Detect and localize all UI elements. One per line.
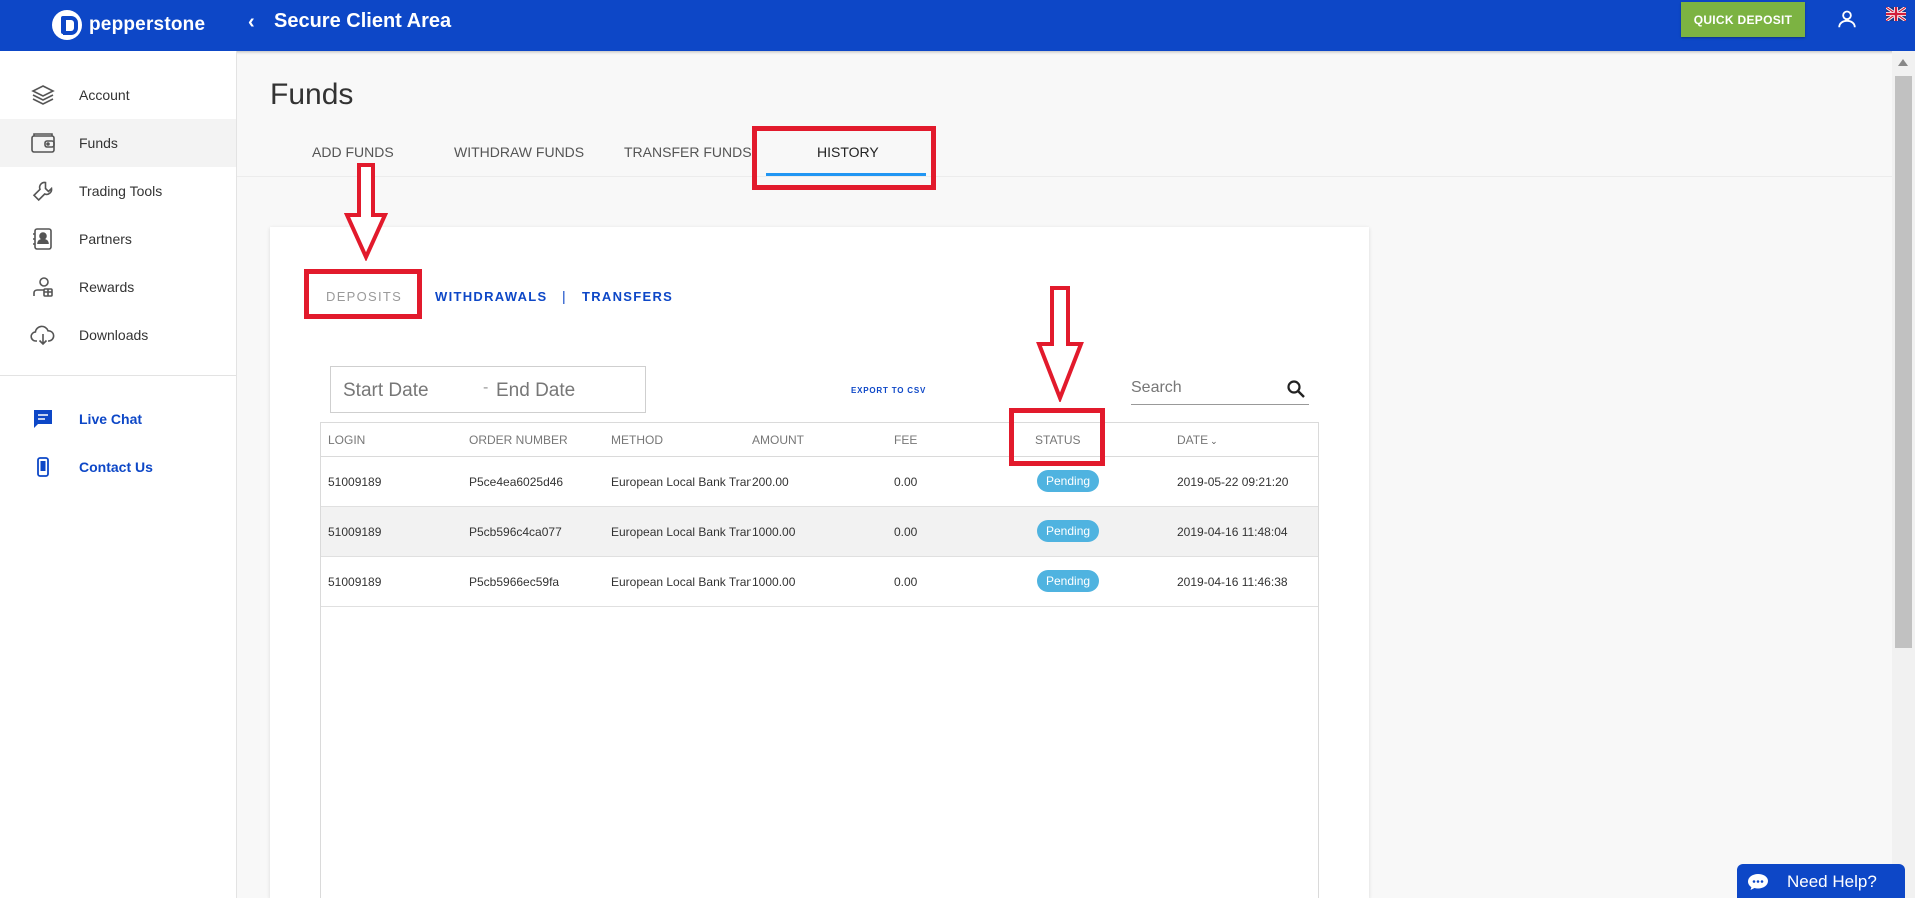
cell-date: 2019-05-22 09:21:20: [1177, 475, 1289, 489]
cell-fee: 0.00: [894, 475, 918, 489]
sidebar-item-label: Downloads: [79, 327, 149, 343]
cell-login: 51009189: [328, 525, 382, 539]
quick-deposit-button[interactable]: QUICK DEPOSIT: [1681, 2, 1805, 37]
cell-login: 51009189: [328, 475, 382, 489]
cell-order-number: P5cb596c4ca077: [469, 525, 562, 539]
sidebar-item-label: Rewards: [79, 279, 135, 295]
cell-amount: 1000.00: [752, 575, 796, 589]
sidebar-divider: [0, 375, 236, 376]
sidebar-item-contact-us[interactable]: Contact Us: [0, 443, 236, 491]
phone-icon: [30, 454, 56, 480]
sidebar-item-live-chat[interactable]: Live Chat: [0, 395, 236, 443]
export-csv-link[interactable]: EXPORT TO CSV: [851, 386, 926, 395]
page-scrollbar[interactable]: [1892, 51, 1915, 898]
cell-order-number: P5cb5966ec59fa: [469, 575, 560, 589]
tab-transfer-funds[interactable]: TRANSFER FUNDS: [624, 144, 752, 160]
status-badge: Pending: [1037, 520, 1100, 542]
need-help-button[interactable]: Need Help?: [1737, 864, 1905, 898]
tab-add-funds[interactable]: ADD FUNDS: [312, 144, 394, 160]
sidebar-item-label: Account: [79, 87, 130, 103]
sidebar-item-label: Trading Tools: [79, 183, 163, 199]
annotation-box-history: [752, 126, 936, 190]
cell-method: European Local Bank Transfer: [611, 525, 751, 539]
table-row[interactable]: 51009189 P5ce4ea6025d46 European Local B…: [321, 457, 1318, 507]
column-header-method[interactable]: METHOD: [611, 433, 663, 447]
cell-fee: 0.00: [894, 575, 918, 589]
sidebar-item-label: Funds: [79, 135, 118, 151]
sidebar-item-label: Contact Us: [79, 459, 153, 475]
wallet-icon: [30, 130, 56, 156]
app-title: Secure Client Area: [274, 10, 452, 32]
sidebar-item-partners[interactable]: Partners: [0, 215, 236, 263]
column-header-login[interactable]: LOGIN: [328, 433, 365, 447]
cloud-download-icon: [30, 322, 56, 348]
uk-flag-icon[interactable]: [1886, 7, 1906, 21]
rewards-icon: [30, 274, 56, 300]
annotation-arrow-down-icon: [1036, 286, 1084, 402]
end-date-input[interactable]: End Date: [496, 380, 575, 402]
annotation-box-status: [1009, 408, 1105, 466]
logo-mark-icon: [52, 10, 82, 40]
sidebar-item-label: Live Chat: [79, 411, 143, 427]
status-badge: Pending: [1037, 470, 1100, 492]
tab-withdraw-funds[interactable]: WITHDRAW FUNDS: [454, 144, 584, 160]
date-separator: -: [483, 379, 489, 396]
cell-date: 2019-04-16 11:46:38: [1177, 575, 1288, 589]
cell-method: European Local Bank Transfer: [611, 475, 751, 489]
sidebar-item-rewards[interactable]: Rewards: [0, 263, 236, 311]
column-header-date[interactable]: DATE ⌄: [1177, 433, 1218, 447]
user-profile-icon[interactable]: [1836, 8, 1858, 30]
chat-bubble-icon: [1748, 874, 1768, 890]
sidebar-item-account[interactable]: Account: [0, 71, 236, 119]
tabs-divider: [237, 176, 1892, 177]
table-header: LOGIN ORDER NUMBER METHOD AMOUNT FEE STA…: [321, 423, 1318, 457]
table-row[interactable]: 51009189 P5cb596c4ca077 European Local B…: [321, 507, 1318, 557]
chat-icon: [30, 406, 56, 432]
date-range-picker[interactable]: Start Date - End Date: [330, 366, 646, 413]
cell-amount: 1000.00: [752, 525, 796, 539]
subtab-separator: |: [562, 288, 566, 304]
subtab-transfers[interactable]: TRANSFERS: [582, 289, 673, 304]
page-title: Funds: [270, 78, 354, 111]
sidebar-item-label: Partners: [79, 231, 132, 247]
sort-chevron-icon[interactable]: ⌄: [1210, 436, 1218, 446]
scrollbar-thumb[interactable]: [1895, 76, 1912, 648]
need-help-label: Need Help?: [1787, 872, 1877, 891]
contact-card-icon: [30, 226, 56, 252]
table-row[interactable]: 51009189 P5cb5966ec59fa European Local B…: [321, 557, 1318, 607]
search-input[interactable]: [1131, 375, 1281, 401]
annotation-arrow-down-icon: [344, 163, 388, 261]
column-header-amount[interactable]: AMOUNT: [752, 433, 804, 447]
start-date-input[interactable]: Start Date: [343, 380, 429, 402]
sidebar-item-trading-tools[interactable]: Trading Tools: [0, 167, 236, 215]
cell-method: European Local Bank Transfer: [611, 575, 751, 589]
column-header-order-number[interactable]: ORDER NUMBER: [469, 433, 568, 447]
wrench-icon: [30, 178, 56, 204]
annotation-box-deposits: [304, 269, 422, 319]
top-bar: pepperstone ‹ Secure Client Area QUICK D…: [0, 0, 1915, 51]
cell-amount: 200.00: [752, 475, 789, 489]
date-header-label: DATE: [1177, 433, 1209, 447]
cell-order-number: P5ce4ea6025d46: [469, 475, 564, 489]
deposits-table: LOGIN ORDER NUMBER METHOD AMOUNT FEE STA…: [320, 422, 1319, 898]
cell-date: 2019-04-16 11:48:04: [1177, 525, 1288, 539]
sidebar: Account Funds Trading Tools Partners Rew…: [0, 51, 237, 898]
search-box: [1131, 372, 1309, 405]
back-chevron-icon[interactable]: ‹: [248, 11, 255, 34]
subtab-withdrawals[interactable]: WITHDRAWALS: [435, 289, 548, 304]
status-badge: Pending: [1037, 570, 1100, 592]
cell-fee: 0.00: [894, 525, 918, 539]
pepperstone-logo[interactable]: pepperstone: [52, 10, 205, 40]
search-icon[interactable]: [1286, 379, 1306, 399]
sidebar-item-downloads[interactable]: Downloads: [0, 311, 236, 359]
scroll-up-arrow-icon[interactable]: [1898, 59, 1908, 66]
sidebar-item-funds[interactable]: Funds: [0, 119, 236, 167]
cell-login: 51009189: [328, 575, 382, 589]
logo-text: pepperstone: [89, 14, 206, 35]
layers-icon: [30, 82, 56, 108]
column-header-fee[interactable]: FEE: [894, 433, 917, 447]
